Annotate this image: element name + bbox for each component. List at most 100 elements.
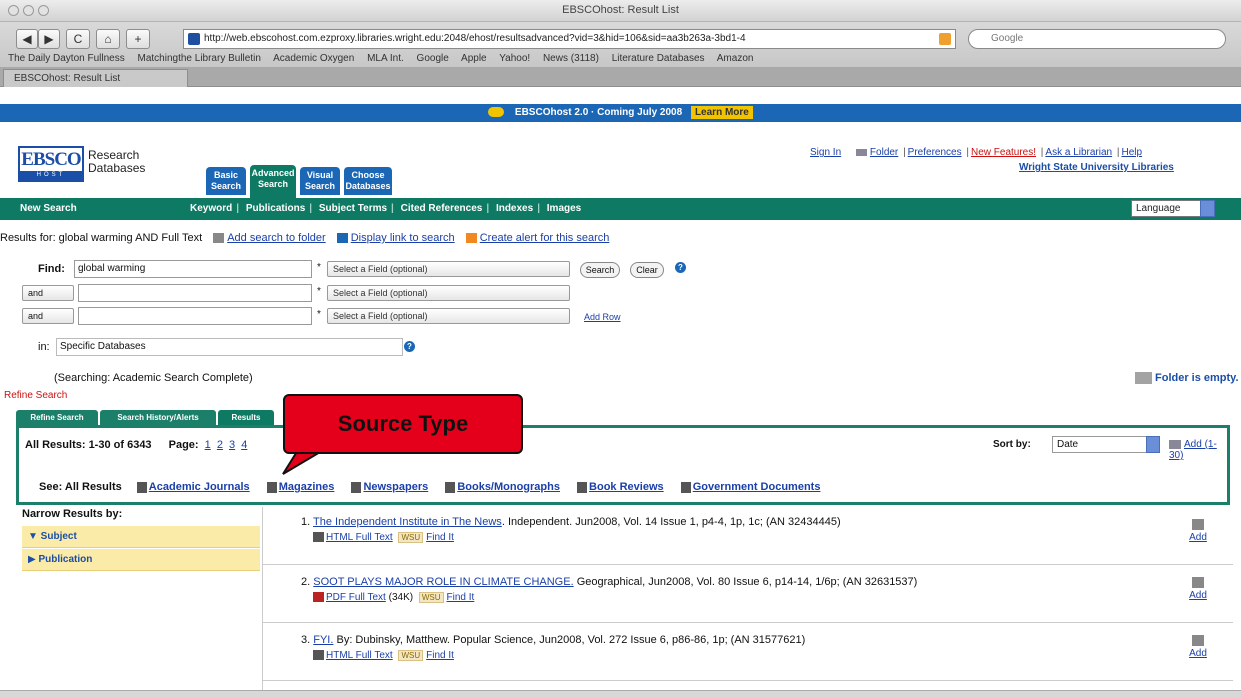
findit-link[interactable]: Find It <box>426 532 454 543</box>
browser-search-input[interactable]: Google <box>968 29 1226 49</box>
sign-in-link[interactable]: Sign In <box>810 147 841 158</box>
record-title-link[interactable]: SOOT PLAYS MAJOR ROLE IN CLIMATE CHANGE. <box>313 576 573 588</box>
add-link[interactable]: Add <box>1189 648 1207 659</box>
nav-keyword[interactable]: Keyword <box>190 203 232 214</box>
bookmark-item[interactable]: News (3118) <box>543 53 599 64</box>
add-link[interactable]: Add <box>1189 590 1207 601</box>
nav-cited-references[interactable]: Cited References <box>401 203 483 214</box>
field-select-2[interactable]: Select a Field (optional) <box>327 285 570 301</box>
page-link[interactable]: 2 <box>217 439 223 451</box>
record-title-link[interactable]: FYI. <box>313 634 333 646</box>
sort-select[interactable]: Date <box>1052 436 1160 453</box>
back-button[interactable]: ◀ <box>16 29 38 49</box>
findit-badge[interactable]: WSU <box>418 592 444 603</box>
bookmark-item[interactable]: Google <box>417 53 449 64</box>
ebsco-logo[interactable]: EBSCO HOST <box>18 146 84 182</box>
forward-button[interactable]: ▶ <box>38 29 60 49</box>
bookmark-item[interactable]: Matchingthe Library Bulletin <box>138 53 261 64</box>
findit-badge[interactable]: WSU <box>398 532 424 543</box>
findit-link[interactable]: Find It <box>447 592 475 603</box>
findit-link[interactable]: Find It <box>426 650 454 661</box>
boolean-select-2[interactable]: and <box>22 285 74 301</box>
add-row-link[interactable]: Add Row <box>584 312 621 322</box>
source-government-documents[interactable]: Government Documents <box>693 481 821 493</box>
nav-subject-terms[interactable]: Subject Terms <box>319 203 387 214</box>
tab-results[interactable]: Results <box>218 410 274 425</box>
bookmark-item[interactable]: Yahoo! <box>499 53 530 64</box>
bookmark-item[interactable]: MLA Int. <box>367 53 404 64</box>
facet-subject[interactable]: ▼ Subject <box>22 526 260 548</box>
field-select-1[interactable]: Select a Field (optional) <box>327 261 570 277</box>
ask-librarian-link[interactable]: Ask a Librarian <box>1045 147 1112 158</box>
bookmarks-bar: The Daily Dayton Fullness Matchingthe Li… <box>8 53 763 64</box>
clear-button[interactable]: Clear <box>630 262 664 278</box>
findit-badge[interactable]: WSU <box>398 650 424 661</box>
see-all-results[interactable]: See: All Results <box>39 481 122 493</box>
add-to-folder[interactable]: Add <box>1183 635 1213 659</box>
add-search-to-folder-link[interactable]: Add search to folder <box>227 232 325 244</box>
bookmark-item[interactable]: Apple <box>461 53 487 64</box>
nav-indexes[interactable]: Indexes <box>496 203 533 214</box>
refine-search-label[interactable]: Refine Search <box>4 390 67 401</box>
institution-link[interactable]: Wright State University Libraries <box>1019 162 1174 173</box>
add-all-results[interactable]: Add (1-30) <box>1169 439 1227 461</box>
pdf-full-text-link[interactable]: PDF Full Text <box>326 592 386 603</box>
source-newspapers[interactable]: Newspapers <box>363 481 428 493</box>
display-link-link[interactable]: Display link to search <box>351 232 455 244</box>
reload-button[interactable]: C <box>66 29 90 49</box>
page-link[interactable]: 1 <box>205 439 211 451</box>
add-link[interactable]: Add <box>1189 532 1207 543</box>
tab-choose-databases[interactable]: Choose Databases <box>344 167 392 195</box>
add-to-folder[interactable]: Add <box>1183 577 1213 601</box>
html-full-text-link[interactable]: HTML Full Text <box>326 650 393 661</box>
add-bookmark-button[interactable]: + <box>126 29 150 49</box>
rss-icon[interactable] <box>939 33 951 45</box>
browser-tab[interactable]: EBSCOhost: Result List <box>3 69 188 87</box>
find-input-3[interactable] <box>78 307 312 325</box>
tab-label: Choose <box>351 170 385 180</box>
home-button[interactable]: ⌂ <box>96 29 120 49</box>
tab-visual-search[interactable]: Visual Search <box>300 167 340 195</box>
field-select-3[interactable]: Select a Field (optional) <box>327 308 570 324</box>
find-input[interactable]: global warming <box>74 260 312 278</box>
help-icon[interactable]: ? <box>404 341 415 352</box>
boolean-select-3[interactable]: and <box>22 308 74 324</box>
source-book-reviews[interactable]: Book Reviews <box>589 481 664 493</box>
record-title-link[interactable]: The Independent Institute in The News <box>313 516 502 528</box>
nav-images[interactable]: Images <box>547 203 581 214</box>
facet-publication[interactable]: ▶ Publication <box>22 549 260 571</box>
add-to-folder[interactable]: Add <box>1183 519 1213 543</box>
green-nav-bar: New Search Keyword | Publications | Subjec… <box>0 198 1241 220</box>
bookmark-item[interactable]: Literature Databases <box>612 53 705 64</box>
page-link[interactable]: 3 <box>229 439 235 451</box>
help-link[interactable]: Help <box>1122 147 1143 158</box>
help-icon[interactable]: ? <box>675 262 686 273</box>
record-line: 2. SOOT PLAYS MAJOR ROLE IN CLIMATE CHAN… <box>301 576 917 588</box>
create-alert-link[interactable]: Create alert for this search <box>480 232 610 244</box>
tab-search-history[interactable]: Search History/Alerts <box>100 410 216 425</box>
new-features-link[interactable]: New Features! <box>971 147 1036 158</box>
source-books[interactable]: Books/Monographs <box>457 481 560 493</box>
html-full-text-link[interactable]: HTML Full Text <box>326 532 393 543</box>
folder-link[interactable]: Folder <box>870 147 898 158</box>
search-button[interactable]: Search <box>580 262 620 278</box>
sort-label: Sort by: <box>993 439 1031 450</box>
tab-basic-search[interactable]: Basic Search <box>206 167 246 195</box>
language-select[interactable]: Language <box>1131 200 1215 217</box>
source-magazines[interactable]: Magazines <box>279 481 335 493</box>
tab-refine-search[interactable]: Refine Search <box>16 410 98 425</box>
source-academic-journals[interactable]: Academic Journals <box>149 481 250 493</box>
page-link[interactable]: 4 <box>241 439 247 451</box>
preferences-link[interactable]: Preferences <box>908 147 962 158</box>
new-search-link[interactable]: New Search <box>20 203 77 214</box>
learn-more-link[interactable]: Learn More <box>690 106 753 119</box>
bookmark-item[interactable]: Amazon <box>717 53 754 64</box>
nav-publications[interactable]: Publications <box>246 203 305 214</box>
tab-advanced-search[interactable]: Advanced Search <box>250 165 296 198</box>
find-input-2[interactable] <box>78 284 312 302</box>
bookmark-item[interactable]: The Daily Dayton Fullness <box>8 53 125 64</box>
html-icon <box>313 532 324 543</box>
address-bar[interactable]: http://web.ebscohost.com.ezproxy.librari… <box>183 29 956 49</box>
bookmark-item[interactable]: Academic Oxygen <box>273 53 354 64</box>
database-select[interactable]: Specific Databases <box>56 338 403 356</box>
